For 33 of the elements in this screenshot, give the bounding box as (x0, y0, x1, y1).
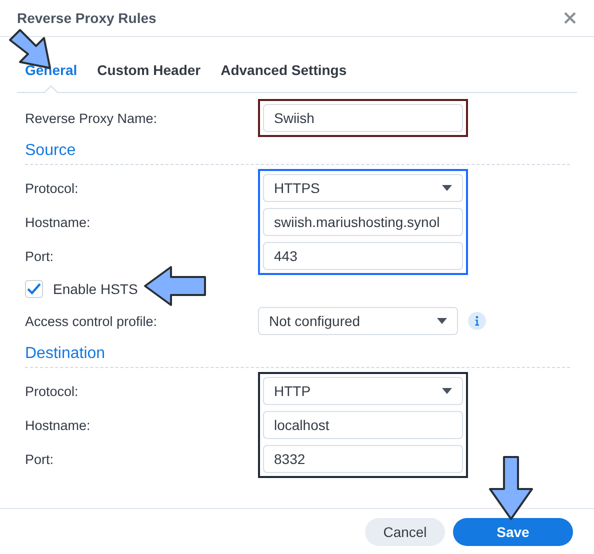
field-label: Access control profile: (25, 314, 158, 328)
info-icon[interactable] (468, 312, 486, 330)
dropdown[interactable]: HTTP (263, 377, 463, 405)
section-heading: Source (25, 135, 570, 165)
text-field[interactable]: Swiish (263, 104, 463, 132)
text-field[interactable]: localhost (263, 411, 463, 439)
field-label: Protocol: (25, 180, 80, 198)
field-label: Protocol: (25, 382, 80, 400)
tab[interactable]: Custom Header (89, 58, 209, 92)
field-label: Reverse Proxy Name: (25, 110, 158, 126)
field-label: Port: (25, 450, 55, 468)
pointer-arrow (488, 455, 534, 521)
save-button[interactable]: Save (453, 518, 573, 546)
tab[interactable]: Advanced Settings (212, 58, 355, 92)
caret-icon (442, 185, 452, 191)
caret-icon (437, 318, 447, 324)
field-label: Hostname: (25, 416, 92, 434)
field-label: Port: (25, 248, 55, 266)
text-field[interactable]: 443 (263, 242, 463, 270)
section-heading: Destination (25, 338, 570, 368)
field-label: Hostname: (25, 214, 92, 232)
text-field[interactable]: swiish.mariushosting.synol (263, 208, 463, 236)
text-field[interactable]: 8332 (263, 445, 463, 473)
checkbox[interactable] (25, 280, 43, 298)
checkbox-label: Enable HSTS (53, 281, 138, 297)
tab[interactable]: General (17, 58, 86, 92)
window-title: Reverse Proxy Rules (17, 10, 156, 26)
dropdown[interactable]: Not configured (258, 307, 458, 335)
pointer-arrow (143, 265, 209, 307)
caret-icon (442, 388, 452, 394)
close-icon[interactable] (564, 12, 576, 24)
cancel-button[interactable]: Cancel (365, 518, 445, 546)
dropdown[interactable]: HTTPS (263, 174, 463, 202)
